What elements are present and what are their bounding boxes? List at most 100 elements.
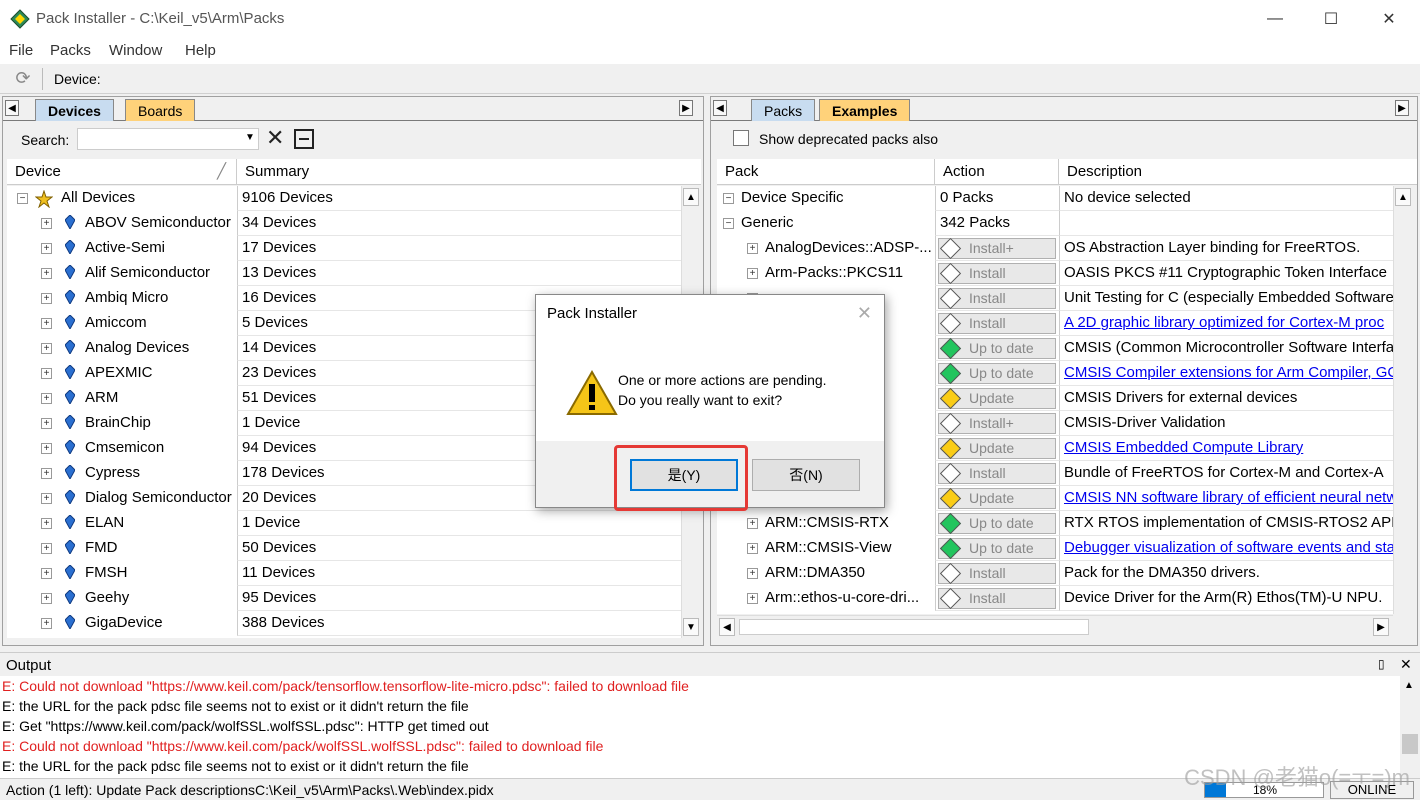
pack-action-button[interactable]: Update (938, 387, 1056, 410)
pin-icon[interactable]: ▯ (1378, 657, 1385, 671)
expand-icon[interactable]: + (41, 368, 52, 379)
device-row[interactable]: + FMD 50 Devices (7, 536, 683, 561)
tab-scroll-right-icon[interactable]: ▶ (679, 100, 693, 116)
device-row[interactable]: + FMSH 11 Devices (7, 561, 683, 586)
tab-examples[interactable]: Examples (819, 99, 911, 121)
scroll-up-icon[interactable]: ▲ (1404, 680, 1414, 691)
pack-description[interactable]: A 2D graphic library optimized for Corte… (1059, 311, 1393, 336)
collapse-icon[interactable]: − (17, 193, 28, 204)
expand-icon[interactable]: + (41, 543, 52, 554)
minimize-button[interactable]: — (1248, 0, 1302, 38)
collapse-icon[interactable]: − (723, 218, 734, 229)
expand-icon[interactable]: + (41, 443, 52, 454)
menu-packs[interactable]: Packs (50, 42, 91, 59)
device-row[interactable]: + Alif Semiconductor 13 Devices (7, 261, 683, 286)
no-button[interactable]: 否(N) (752, 459, 860, 491)
tab-scroll-left-icon[interactable]: ◀ (713, 100, 727, 116)
dialog-close-icon[interactable]: ✕ (857, 303, 872, 324)
expand-icon[interactable]: + (41, 318, 52, 329)
output-close-icon[interactable]: ✕ (1400, 656, 1412, 673)
pack-tree-hscrollbar[interactable]: ◀ ▶ (717, 615, 1393, 637)
show-deprecated-checkbox[interactable] (733, 130, 749, 146)
search-input[interactable] (77, 128, 259, 150)
tab-scroll-left-icon[interactable]: ◀ (5, 100, 19, 116)
pack-description[interactable]: CMSIS Embedded Compute Library (1059, 436, 1393, 461)
expand-icon[interactable]: + (747, 518, 758, 529)
maximize-button[interactable]: ☐ (1304, 0, 1358, 38)
expand-icon[interactable]: + (747, 243, 758, 254)
pack-action-button[interactable]: Up to date (938, 362, 1056, 385)
output-scroll-thumb[interactable] (1402, 734, 1418, 754)
expand-icon[interactable]: + (41, 518, 52, 529)
pack-action-button[interactable]: Install (938, 562, 1056, 585)
pack-description[interactable]: CMSIS Compiler extensions for Arm Compil… (1059, 361, 1393, 386)
device-row[interactable]: + Geehy 95 Devices (7, 586, 683, 611)
scroll-up-icon[interactable]: ▲ (683, 188, 699, 206)
scroll-left-icon[interactable]: ◀ (719, 618, 735, 636)
pack-action-button[interactable]: Up to date (938, 512, 1056, 535)
expand-icon[interactable]: + (747, 593, 758, 604)
device-row[interactable]: + Active-Semi 17 Devices (7, 236, 683, 261)
device-row[interactable]: + ABOV Semiconductor 34 Devices (7, 211, 683, 236)
expand-icon[interactable]: + (41, 618, 52, 629)
close-button[interactable]: ✕ (1362, 0, 1416, 38)
pack-action-button[interactable]: Install (938, 287, 1056, 310)
pack-action-button[interactable]: Up to date (938, 537, 1056, 560)
expand-icon[interactable]: + (41, 568, 52, 579)
expand-icon[interactable]: + (747, 543, 758, 554)
menu-help[interactable]: Help (185, 42, 216, 59)
pack-description[interactable]: Debugger visualization of software event… (1059, 536, 1393, 561)
collapse-all-icon[interactable] (294, 129, 314, 149)
pack-action-button[interactable]: Install (938, 312, 1056, 335)
expand-icon[interactable]: + (41, 393, 52, 404)
pack-action-button[interactable]: Install (938, 262, 1056, 285)
scroll-down-icon[interactable]: ▼ (683, 618, 699, 636)
column-header-summary[interactable]: Summary (237, 159, 701, 185)
device-row[interactable]: − All Devices 9106 Devices (7, 186, 683, 211)
device-row[interactable]: + ELAN 1 Device (7, 511, 683, 536)
hscroll-thumb[interactable] (739, 619, 1089, 635)
pack-row[interactable]: − Generic 342 Packs (717, 211, 1393, 236)
pack-action-button[interactable]: Install (938, 587, 1056, 610)
scroll-right-icon[interactable]: ▶ (1373, 618, 1389, 636)
tab-boards[interactable]: Boards (125, 99, 196, 121)
expand-icon[interactable]: + (41, 493, 52, 504)
refresh-icon[interactable]: ⟳ (12, 68, 34, 90)
pack-action-button[interactable]: Update (938, 437, 1056, 460)
pack-row[interactable]: − Device Specific 0 Packs No device selecte… (717, 186, 1393, 211)
pack-action-button[interactable]: Update (938, 487, 1056, 510)
pack-tree-scrollbar[interactable]: ▲ (1393, 186, 1411, 614)
menu-window[interactable]: Window (109, 42, 162, 59)
pack-row[interactable]: + AnalogDevices::ADSP-... Install+ OS Abstr… (717, 236, 1393, 261)
expand-icon[interactable]: + (41, 418, 52, 429)
pack-row[interactable]: + ARM::CMSIS-RTX Up to date RTX RTOS implem… (717, 511, 1393, 536)
pack-action-button[interactable]: Install+ (938, 412, 1056, 435)
tab-packs[interactable]: Packs (751, 99, 816, 121)
tab-devices[interactable]: Devices (35, 99, 114, 121)
expand-icon[interactable]: + (747, 568, 758, 579)
menu-file[interactable]: File (9, 42, 33, 59)
expand-icon[interactable]: + (41, 468, 52, 479)
column-header-description[interactable]: Description (1059, 159, 1417, 185)
collapse-icon[interactable]: − (723, 193, 734, 204)
clear-search-icon[interactable]: ✕ (266, 125, 284, 151)
pack-action-button[interactable]: Install (938, 462, 1056, 485)
expand-icon[interactable]: + (747, 268, 758, 279)
pack-action-button[interactable]: Install+ (938, 237, 1056, 260)
tab-scroll-right-icon[interactable]: ▶ (1395, 100, 1409, 116)
column-header-device[interactable]: Device (7, 159, 237, 185)
expand-icon[interactable]: + (41, 243, 52, 254)
device-row[interactable]: + GigaDevice 388 Devices (7, 611, 683, 636)
expand-icon[interactable]: + (41, 343, 52, 354)
pack-action-button[interactable]: Up to date (938, 337, 1056, 360)
pack-row[interactable]: + Arm::ethos-u-core-dri... Install Device D… (717, 586, 1393, 611)
column-header-action[interactable]: Action (935, 159, 1059, 185)
expand-icon[interactable]: + (41, 218, 52, 229)
column-header-pack[interactable]: Pack (717, 159, 935, 185)
search-dropdown-icon[interactable]: ▼ (245, 132, 255, 143)
expand-icon[interactable]: + (41, 293, 52, 304)
expand-icon[interactable]: + (41, 268, 52, 279)
pack-row[interactable]: + Arm-Packs::PKCS11 Install OASIS PKCS #11 … (717, 261, 1393, 286)
pack-row[interactable]: + ARM::CMSIS-View Up to date Debugger visua… (717, 536, 1393, 561)
pack-row[interactable]: + ARM::DMA350 Install Pack for the DMA350 d… (717, 561, 1393, 586)
